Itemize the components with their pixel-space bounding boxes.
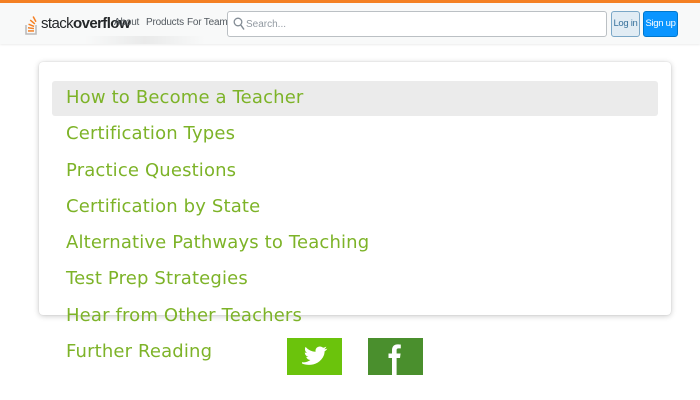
page: stackoverflow About Products For Teams L…	[0, 0, 700, 400]
search-box[interactable]	[227, 11, 607, 37]
nav-for-teams-link[interactable]: For Teams	[187, 17, 232, 28]
twitter-share-button[interactable]	[287, 338, 342, 375]
login-button[interactable]: Log in	[611, 11, 640, 37]
nav-products-link[interactable]: Products	[146, 17, 184, 28]
search-input[interactable]	[246, 15, 596, 33]
stackoverflow-logo-icon	[25, 11, 38, 35]
nav-about-link[interactable]: About	[114, 17, 139, 28]
menu-item-how-to-become-a-teacher[interactable]: How to Become a Teacher	[66, 87, 303, 109]
menu-item-certification-by-state[interactable]: Certification by State	[66, 196, 260, 218]
signup-button[interactable]: Sign up	[643, 11, 678, 37]
menu-item-certification-types[interactable]: Certification Types	[66, 123, 235, 145]
faded-breadcrumb-ghost	[85, 36, 205, 44]
menu-item-alternative-pathways[interactable]: Alternative Pathways to Teaching	[66, 232, 369, 254]
facebook-share-button[interactable]	[368, 338, 423, 375]
search-icon	[233, 17, 245, 36]
menu-item-further-reading[interactable]: Further Reading	[66, 341, 212, 363]
menu-item-hear-from-other-teachers[interactable]: Hear from Other Teachers	[66, 305, 302, 327]
menu-item-test-prep-strategies[interactable]: Test Prep Strategies	[66, 268, 248, 290]
menu-item-practice-questions[interactable]: Practice Questions	[66, 160, 236, 182]
